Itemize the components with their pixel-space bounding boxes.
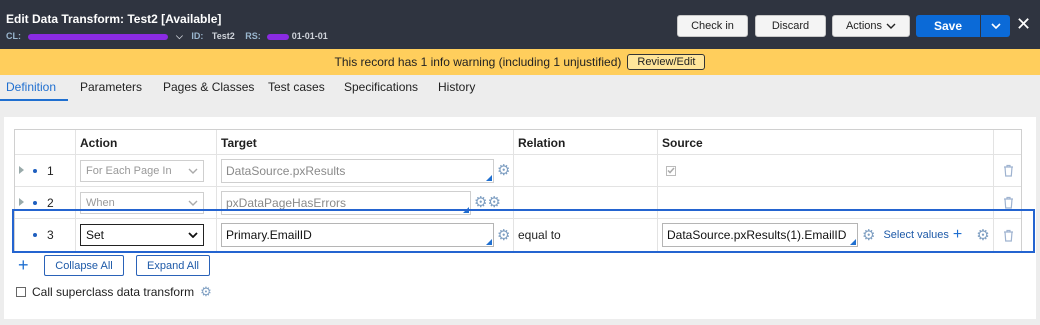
col-header-target: Target — [216, 130, 513, 154]
expand-row-icon[interactable] — [19, 198, 24, 206]
tab-pages-classes[interactable]: Pages & Classes — [163, 80, 254, 94]
chevron-down-icon — [188, 168, 198, 174]
chevron-down-icon — [188, 200, 198, 206]
tab-bar: Definition Parameters Pages & Classes Te… — [0, 75, 1040, 101]
col-header-relation: Relation — [513, 130, 657, 154]
gear-icon[interactable]: ⚙ — [200, 284, 212, 299]
actions-button[interactable]: Actions — [832, 15, 910, 37]
call-superclass-checkbox[interactable] — [16, 286, 26, 297]
check-in-button[interactable]: Check in — [677, 15, 748, 37]
actions-label: Actions — [845, 20, 883, 32]
redacted-ruleset — [267, 33, 290, 40]
review-edit-button[interactable]: Review/Edit — [627, 54, 706, 70]
source-cell — [657, 155, 993, 186]
tab-history[interactable]: History — [438, 80, 475, 94]
action-select[interactable]: For Each Page In — [80, 159, 204, 182]
active-tab-indicator — [0, 99, 68, 101]
header-bar: Edit Data Transform: Test2 [Available] C… — [0, 0, 1040, 49]
trash-icon[interactable] — [1003, 164, 1014, 177]
action-select-value: When — [86, 196, 115, 209]
class-dropdown-icon[interactable]: ⌵ — [176, 31, 183, 41]
gear-icon[interactable]: ⚙ — [497, 163, 510, 178]
action-cell: For Each Page In — [75, 155, 216, 186]
call-superclass-label: Call superclass data transform — [32, 284, 195, 299]
chevron-down-icon — [886, 23, 896, 29]
warning-banner: This record has 1 info warning (includin… — [0, 49, 1040, 75]
tab-specifications[interactable]: Specifications — [344, 80, 418, 94]
target-cell: DataSource.pxResults ⚙ — [216, 155, 513, 186]
table-row: 1 For Each Page In DataSource.pxResults … — [15, 155, 1021, 187]
delete-cell — [993, 155, 1023, 186]
collapse-all-button[interactable]: Collapse All — [44, 255, 124, 276]
id-label: ID: — [191, 31, 204, 41]
col-header-source: Source — [657, 130, 993, 154]
col-header-action: Action — [75, 130, 216, 154]
gear-icon[interactable]: ⚙ — [474, 195, 487, 210]
checkmark-icon — [667, 167, 675, 174]
relation-cell — [513, 155, 657, 186]
rs-label: RS: — [245, 31, 261, 41]
expand-row-icon[interactable] — [19, 166, 24, 174]
gear-icon[interactable]: ⚙ — [487, 195, 500, 210]
redacted-class — [27, 33, 168, 40]
record-title: Edit Data Transform: Test2 [Available] — [6, 12, 222, 26]
trash-icon[interactable] — [1003, 196, 1014, 209]
warning-text: This record has 1 info warning (includin… — [334, 55, 622, 69]
tab-test-cases[interactable]: Test cases — [268, 80, 325, 94]
source-checkbox[interactable] — [666, 165, 676, 176]
row-bullet — [33, 169, 37, 173]
call-superclass-row: Call superclass data transform ⚙ — [16, 284, 212, 299]
row-number: 2 — [47, 196, 54, 210]
col-header-delete — [993, 130, 1023, 154]
target-input[interactable]: DataSource.pxResults — [221, 158, 494, 183]
selected-row-highlight — [12, 209, 1035, 253]
close-icon[interactable]: ✕ — [1016, 14, 1031, 34]
save-button[interactable]: Save — [916, 15, 980, 37]
grid-header-row: Action Target Relation Source — [15, 130, 1021, 155]
record-subtitle: CL: ⌵ ID: Test2 RS: 01-01-01 — [6, 31, 328, 42]
discard-button[interactable]: Discard — [755, 15, 826, 37]
chevron-down-icon — [990, 23, 1001, 29]
tab-definition[interactable]: Definition — [6, 80, 56, 94]
row-number: 1 — [47, 164, 54, 178]
action-select-value: For Each Page In — [86, 164, 172, 177]
add-row-icon[interactable]: + — [18, 256, 29, 274]
expand-all-button[interactable]: Expand All — [136, 255, 210, 276]
class-label: CL: — [6, 31, 21, 41]
id-value: Test2 — [211, 31, 235, 41]
row-bullet — [33, 201, 37, 205]
tab-parameters[interactable]: Parameters — [80, 80, 142, 94]
save-menu-button[interactable] — [981, 15, 1010, 37]
rs-value: 01-01-01 — [291, 31, 328, 41]
